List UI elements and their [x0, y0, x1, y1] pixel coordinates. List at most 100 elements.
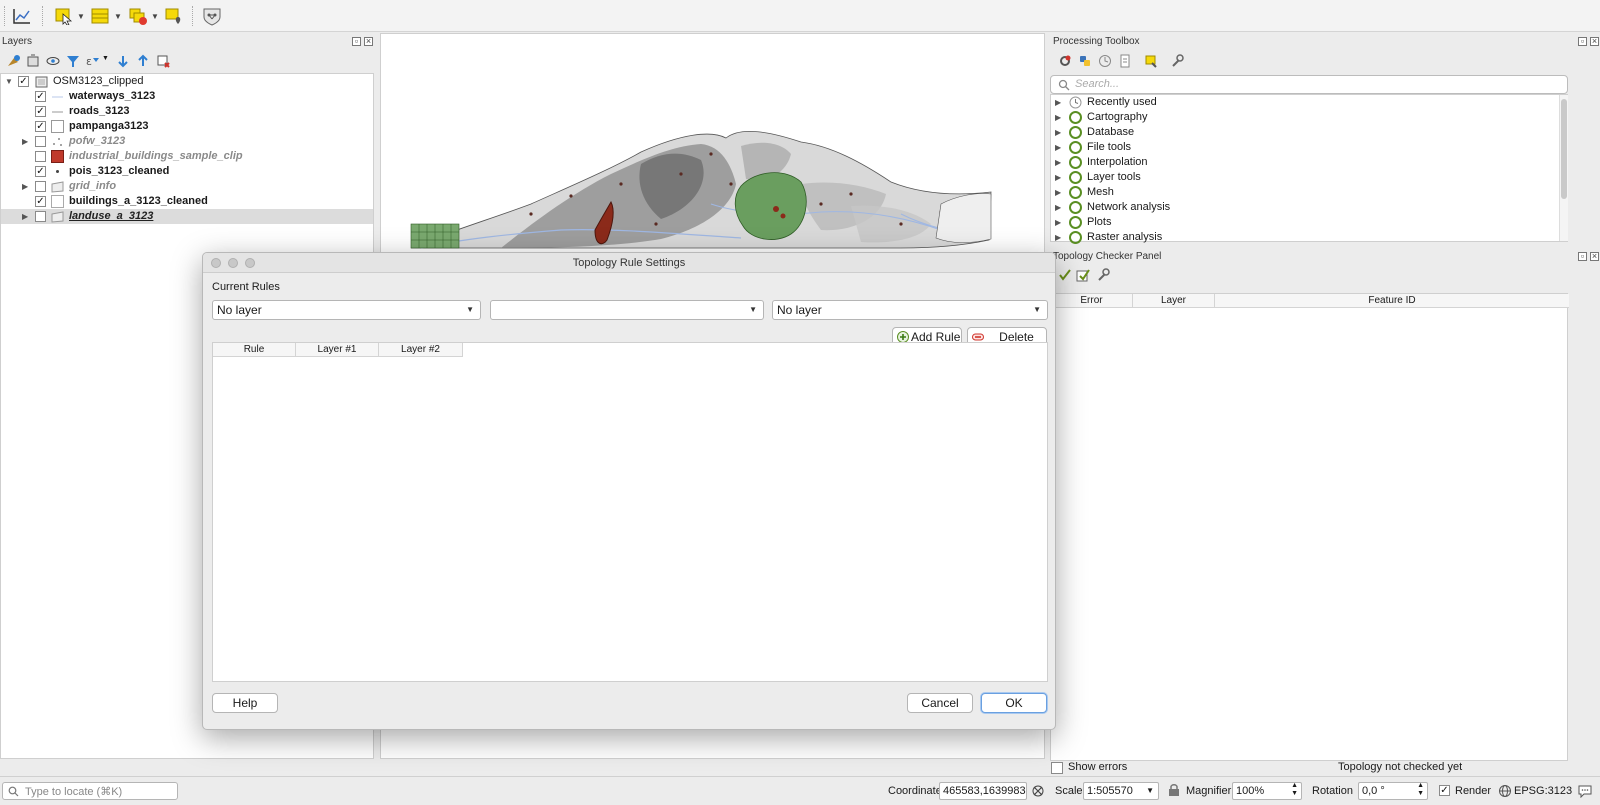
chevron-right-icon[interactable]: ▶: [22, 179, 28, 194]
layer-row-roads[interactable]: ✓ roads_3123: [1, 104, 373, 119]
lock-icon[interactable]: [1168, 783, 1180, 797]
scrollbar[interactable]: [1559, 95, 1568, 241]
ok-button[interactable]: OK: [981, 693, 1047, 713]
add-group-icon[interactable]: [26, 54, 40, 68]
search-input[interactable]: Search...: [1050, 75, 1568, 94]
layer-row-landuse[interactable]: ▶ landuse_a_3123: [1, 209, 373, 224]
magnifier-spinbox[interactable]: 100% ▲ ▼: [1232, 782, 1302, 800]
chevron-right-icon[interactable]: ▶: [1055, 95, 1061, 110]
chevron-right-icon[interactable]: ▶: [1055, 110, 1061, 125]
toggle-extents-icon[interactable]: [1031, 784, 1045, 798]
gear-icon[interactable]: [1058, 54, 1072, 68]
chevron-right-icon[interactable]: ▶: [1055, 155, 1061, 170]
history-icon[interactable]: [1098, 54, 1112, 68]
chevron-down-icon[interactable]: ▼: [5, 74, 13, 89]
configure-rules-icon[interactable]: [1096, 268, 1110, 282]
proc-item-label: Layer tools: [1087, 171, 1141, 183]
layer-row-waterways[interactable]: ✓ waterways_3123: [1, 89, 373, 104]
validate-all-icon[interactable]: [1058, 268, 1072, 282]
float-panel-icon[interactable]: ▫: [352, 37, 361, 46]
chevron-down-icon[interactable]: ▼: [151, 12, 159, 21]
plot-icon[interactable]: [10, 5, 34, 27]
layer-checkbox[interactable]: ✓: [35, 196, 46, 207]
show-errors-checkbox[interactable]: [1051, 762, 1063, 774]
locator-input[interactable]: Type to locate (⌘K): [2, 782, 178, 800]
column-header[interactable]: Layer: [1133, 294, 1215, 308]
layer-checkbox[interactable]: ✓: [35, 106, 46, 117]
select-features-icon[interactable]: [52, 5, 76, 27]
edit-features-icon[interactable]: [1144, 54, 1158, 68]
topology-checker-icon[interactable]: [200, 5, 224, 27]
chevron-down-icon[interactable]: ▼: [77, 12, 85, 21]
eye-icon[interactable]: [46, 54, 60, 68]
column-header[interactable]: Layer #2: [379, 343, 463, 357]
messages-icon[interactable]: [1577, 784, 1593, 798]
attribute-table-icon[interactable]: [88, 5, 112, 27]
chevron-right-icon[interactable]: ▶: [1055, 185, 1061, 200]
collapse-all-icon[interactable]: [136, 54, 150, 68]
layer-checkbox[interactable]: ✓: [35, 91, 46, 102]
column-header[interactable]: Error: [1051, 294, 1133, 308]
layer-group-row[interactable]: ▼ ✓ OSM3123_clipped: [1, 74, 373, 89]
options-wrench-icon[interactable]: [1170, 54, 1184, 68]
layer-row-pofw[interactable]: ▶ pofw_3123: [1, 134, 373, 149]
layer-checkbox[interactable]: [35, 211, 46, 222]
remove-layer-icon[interactable]: [156, 54, 170, 68]
render-checkbox[interactable]: ✓: [1439, 785, 1450, 796]
column-header[interactable]: Layer #1: [296, 343, 379, 357]
chevron-right-icon[interactable]: ▶: [1055, 215, 1061, 230]
results-viewer-icon[interactable]: [1118, 54, 1132, 68]
layer-group-checkbox[interactable]: ✓: [18, 76, 29, 87]
chevron-right-icon[interactable]: ▶: [1055, 125, 1061, 140]
column-header[interactable]: Feature ID: [1215, 294, 1569, 308]
filter-expression-icon[interactable]: ε: [86, 54, 100, 68]
stepper-icon[interactable]: ▲ ▼: [1291, 782, 1298, 798]
layer-checkbox[interactable]: [35, 151, 46, 162]
chevron-down-icon[interactable]: ▼: [114, 12, 122, 21]
dialog-titlebar[interactable]: Topology Rule Settings: [203, 253, 1055, 273]
rotation-spinbox[interactable]: 0,0 ° ▲ ▼: [1358, 782, 1428, 800]
layer-checkbox[interactable]: ✓: [35, 121, 46, 132]
layer-row-grid-info[interactable]: ▶ grid_info: [1, 179, 373, 194]
expand-all-icon[interactable]: [116, 54, 130, 68]
scale-combobox[interactable]: 1:505570 ▼: [1083, 782, 1159, 800]
coordinate-field[interactable]: 465583,1639983: [939, 782, 1027, 800]
chevron-right-icon[interactable]: ▶: [1055, 230, 1061, 245]
topology-rule-settings-dialog: Topology Rule Settings Current Rules No …: [202, 252, 1056, 730]
chevron-down-icon[interactable]: ▼: [102, 55, 109, 62]
cancel-button[interactable]: Cancel: [907, 693, 973, 713]
stepper-icon[interactable]: ▲ ▼: [1417, 782, 1424, 798]
chevron-right-icon[interactable]: ▶: [1055, 170, 1061, 185]
chevron-right-icon[interactable]: ▶: [22, 134, 28, 149]
rule-combobox[interactable]: ▼: [490, 300, 764, 320]
globe-icon[interactable]: [1498, 784, 1512, 798]
qgis-icon: [1069, 216, 1082, 229]
close-icon[interactable]: ×: [1590, 252, 1599, 261]
close-icon[interactable]: ×: [1590, 37, 1599, 46]
layer-checkbox[interactable]: [35, 136, 46, 147]
layer-row-pampanga[interactable]: ✓ pampanga3123: [1, 119, 373, 134]
float-panel-icon[interactable]: ▫: [1578, 252, 1587, 261]
filter-icon[interactable]: [66, 54, 80, 68]
crs-label[interactable]: EPSG:3123: [1514, 785, 1572, 797]
layer-row-industrial[interactable]: industrial_buildings_sample_clip: [1, 149, 373, 164]
chevron-right-icon[interactable]: ▶: [1055, 140, 1061, 155]
close-icon[interactable]: ×: [364, 37, 373, 46]
help-button[interactable]: Help: [212, 693, 278, 713]
layer1-combobox[interactable]: No layer ▼: [212, 300, 481, 320]
label-pin-icon[interactable]: [162, 5, 186, 27]
chevron-right-icon[interactable]: ▶: [1055, 200, 1061, 215]
column-header[interactable]: Rule: [213, 343, 296, 357]
float-panel-icon[interactable]: ▫: [1578, 37, 1587, 46]
validate-extent-icon[interactable]: [1076, 268, 1090, 282]
chevron-right-icon[interactable]: ▶: [22, 209, 28, 224]
layer-row-pois[interactable]: ✓ pois_3123_cleaned: [1, 164, 373, 179]
layer-row-buildings[interactable]: ✓ buildings_a_3123_cleaned: [1, 194, 373, 209]
python-icon[interactable]: [1078, 54, 1092, 68]
layer2-combobox[interactable]: No layer ▼: [772, 300, 1048, 320]
scrollbar-thumb[interactable]: [1561, 99, 1567, 199]
layer-checkbox[interactable]: ✓: [35, 166, 46, 177]
layer-checkbox[interactable]: [35, 181, 46, 192]
style-manager-icon[interactable]: [6, 54, 20, 68]
deselect-icon[interactable]: [126, 5, 150, 27]
